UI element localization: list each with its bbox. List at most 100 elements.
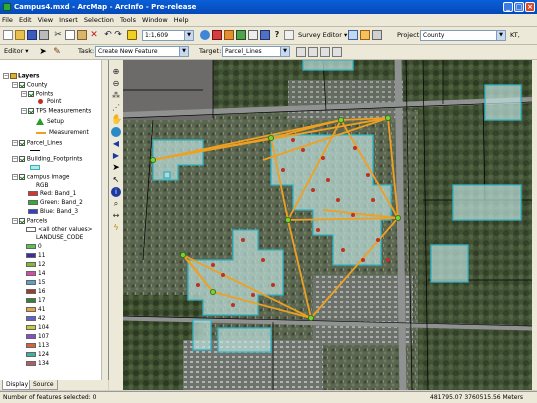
delete-icon[interactable]: ✕ <box>89 30 99 40</box>
minimize-button[interactable]: _ <box>503 2 513 12</box>
identify-icon[interactable]: i <box>111 187 121 197</box>
landuse-swatch <box>26 298 36 303</box>
save-icon[interactable] <box>27 30 37 40</box>
project-combo[interactable]: County ▼ <box>420 30 506 41</box>
catalog-icon[interactable] <box>224 30 234 40</box>
attributes-icon[interactable] <box>320 47 330 57</box>
layer-checkbox[interactable] <box>19 174 25 180</box>
rotate-tool-icon[interactable] <box>308 47 318 57</box>
editor-menu[interactable]: Editor ▾ <box>4 46 29 57</box>
map-scale-combo[interactable]: 1:1,609 ▼ <box>142 30 194 41</box>
model-icon[interactable] <box>236 30 246 40</box>
toc-county[interactable]: − County <box>12 82 48 90</box>
close-button[interactable]: × <box>525 2 535 12</box>
zoom-in-icon[interactable]: ⊕ <box>111 67 121 77</box>
survey-point-icon[interactable] <box>348 30 358 40</box>
toc-building-footprints[interactable]: − Building_Footprints <box>12 156 82 164</box>
layer-checkbox[interactable] <box>28 108 34 114</box>
layer-checkbox[interactable] <box>19 156 25 162</box>
toc-parcel-lines[interactable]: − Parcel_Lines <box>12 140 62 148</box>
menu-file[interactable]: File <box>0 14 15 26</box>
collapse-icon[interactable]: − <box>12 82 18 88</box>
collapse-icon[interactable]: − <box>21 108 27 114</box>
collapse-icon[interactable]: − <box>21 91 27 97</box>
target-combo[interactable]: Parcel_Lines ▼ <box>222 46 290 57</box>
command-line-icon[interactable] <box>248 30 258 40</box>
open-icon[interactable] <box>15 30 25 40</box>
menu-view[interactable]: View <box>36 14 55 26</box>
next-extent-icon[interactable]: ▶ <box>111 151 121 161</box>
fixed-zoom-out-icon[interactable]: ⋰ <box>111 103 121 113</box>
layer-checkbox[interactable] <box>19 218 25 224</box>
layer-checkbox[interactable] <box>19 140 25 146</box>
paste-icon[interactable] <box>77 30 87 40</box>
task-combo[interactable]: Create New Feature ▼ <box>95 46 189 57</box>
new-icon[interactable] <box>3 30 13 40</box>
landuse-code-row: 124 <box>26 352 49 359</box>
tab-display[interactable]: Display <box>2 380 33 390</box>
menu-help[interactable]: Help <box>172 14 191 26</box>
measure-icon[interactable]: ↔ <box>111 211 121 221</box>
title-bar: Campus4.mxd - ArcMap - ArcInfo - Pre-rel… <box>0 0 537 14</box>
landuse-swatch <box>26 343 36 348</box>
sketch-properties-icon[interactable] <box>332 47 342 57</box>
menu-insert[interactable]: Insert <box>57 14 80 26</box>
menu-edit[interactable]: Edit <box>17 14 34 26</box>
redo-icon[interactable]: ↷ <box>113 30 123 40</box>
add-data-icon[interactable] <box>127 30 137 40</box>
menu-selection[interactable]: Selection <box>82 14 116 26</box>
layer-label: Building_Footprints <box>26 156 83 163</box>
toc-campus-image[interactable]: − campus image <box>12 174 70 182</box>
whats-this-icon[interactable]: ? <box>272 30 282 40</box>
pan-icon[interactable]: ✋ <box>111 115 122 125</box>
hyperlink-icon[interactable]: ϟ <box>111 223 121 233</box>
toc-layers[interactable]: − Layers <box>3 73 39 81</box>
copy-icon[interactable] <box>65 30 75 40</box>
landuse-code-row: 14 <box>26 271 45 278</box>
toc-tps[interactable]: − TPS Measurements <box>21 108 91 116</box>
collapse-icon[interactable]: − <box>3 73 9 79</box>
undo-icon[interactable]: ↶ <box>103 30 113 40</box>
map-scrollbar[interactable] <box>532 60 537 390</box>
landuse-code-row: 113 <box>26 343 49 350</box>
building-east-small <box>430 244 469 283</box>
menu-window[interactable]: Window <box>140 14 170 26</box>
previous-extent-icon[interactable]: ◀ <box>111 139 121 149</box>
layer-checkbox[interactable] <box>19 82 25 88</box>
fixed-zoom-in-icon[interactable]: ⁂ <box>111 91 121 101</box>
maximize-button[interactable]: □ <box>514 2 524 12</box>
task-label: Task: <box>78 47 95 55</box>
table-icon[interactable] <box>284 30 294 40</box>
toc-all-other-values: <all other values> <box>26 227 92 234</box>
landuse-code-label: 104 <box>38 325 50 331</box>
toc-points[interactable]: − Points <box>21 91 53 99</box>
landuse-code-label: 16 <box>38 289 46 295</box>
select-features-icon[interactable]: ➤ <box>111 163 121 173</box>
survey-line-icon[interactable] <box>360 30 370 40</box>
arctoolbox-icon[interactable] <box>212 30 222 40</box>
collapse-icon[interactable]: − <box>12 140 18 146</box>
layer-checkbox[interactable] <box>28 91 34 97</box>
full-extent-icon[interactable] <box>111 127 121 137</box>
toc-scrollbar[interactable] <box>101 60 108 380</box>
toc-parcels[interactable]: − Parcels <box>12 218 47 226</box>
split-tool-icon[interactable] <box>296 47 306 57</box>
print-icon[interactable] <box>39 30 49 40</box>
help-icon[interactable] <box>260 30 270 40</box>
editor-toolbar-icon[interactable] <box>200 30 210 40</box>
collapse-icon[interactable]: − <box>12 174 18 180</box>
aerial-map[interactable] <box>123 60 532 390</box>
collapse-icon[interactable]: − <box>12 218 18 224</box>
menu-tools[interactable]: Tools <box>118 14 138 26</box>
zoom-out-icon[interactable]: ⊖ <box>111 79 121 89</box>
tab-source[interactable]: Source <box>29 380 58 390</box>
sketch-icon[interactable]: ✎ <box>52 47 62 57</box>
collapse-icon[interactable]: − <box>12 156 18 162</box>
survey-editor-menu[interactable]: Survey Editor ▾ <box>298 30 347 41</box>
edit-tool-icon[interactable]: ➤ <box>38 47 48 57</box>
select-elements-icon[interactable]: ↖ <box>111 175 121 185</box>
find-icon[interactable]: ⌕ <box>111 199 121 209</box>
survey-explorer-icon[interactable] <box>372 30 382 40</box>
cut-icon[interactable]: ✂ <box>53 30 63 40</box>
map-display[interactable] <box>123 60 532 390</box>
